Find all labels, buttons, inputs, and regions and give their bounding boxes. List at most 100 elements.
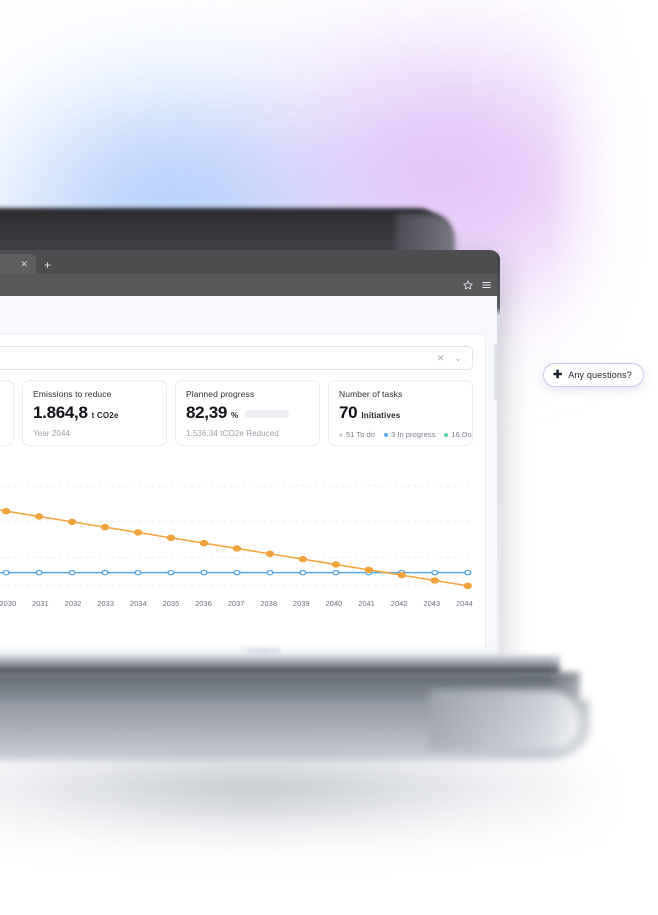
chart-data-point[interactable]: [134, 569, 142, 576]
chart-plot-area: [0, 471, 473, 595]
chart-legend: sTarget emissions: [0, 458, 473, 467]
browser-tab[interactable]: LANET ✕: [0, 254, 36, 274]
browser-tab-title: LANET: [0, 259, 14, 269]
kpi-card-row: ns to 9 t CO2e Emissions to reduce 1.864…: [0, 380, 473, 446]
chart-data-point[interactable]: [101, 569, 109, 576]
neutrality-panel: lity - 90% - 2044 ✕ ⌄ ns to 9 t CO2e Emi…: [0, 333, 486, 659]
chart-x-tick: 2043: [423, 599, 441, 608]
chart-x-tick: 2041: [358, 599, 375, 608]
chart-x-tick: 2042: [390, 599, 408, 608]
star-icon[interactable]: [463, 280, 473, 290]
chart-data-point[interactable]: [167, 569, 175, 576]
progress-bar: [245, 410, 290, 418]
browser-tab-bar: LANET ✕ +: [0, 250, 500, 274]
chart-x-tick: 2040: [325, 599, 343, 608]
chart-data-point[interactable]: [430, 577, 439, 584]
chart-data-point[interactable]: [67, 518, 77, 526]
chart-x-tick: 2035: [162, 599, 180, 608]
chart-data-point[interactable]: [2, 569, 10, 576]
kpi-value: 1.864,8: [33, 403, 88, 422]
window-right-edge: [497, 250, 500, 660]
chart-x-tick: 2036: [195, 599, 212, 608]
chart-data-point[interactable]: [232, 545, 242, 552]
status-dot-icon: [444, 432, 449, 437]
task-status-item: 16 Done: [444, 430, 472, 439]
chart-data-point[interactable]: [464, 569, 472, 576]
chart-svg: [0, 485, 473, 590]
task-status-label: 16 Done: [451, 430, 472, 439]
chart-x-tick: 2037: [227, 599, 245, 608]
chart-data-point[interactable]: [35, 569, 43, 576]
task-status-legend: 51 To do 3 In progress 16 Done: [339, 430, 472, 439]
chart-data-point[interactable]: [265, 550, 275, 558]
kpi-value: 70: [339, 403, 358, 422]
chart-x-tick: 2033: [97, 599, 115, 608]
chart-x-tick: 2031: [32, 599, 49, 608]
kpi-card-emissions-to-offset: ns to 9 t CO2e: [0, 380, 14, 446]
chart-x-tick: 2038: [260, 599, 278, 608]
chart-x-tick: 2030: [0, 599, 17, 608]
kpi-unit: Initiatives: [361, 411, 401, 420]
kpi-unit: t CO2e: [91, 411, 119, 420]
chart-x-tick: 2032: [64, 599, 82, 608]
chart-data-point[interactable]: [266, 569, 274, 576]
help-bubble-label: Any questions?: [568, 370, 632, 380]
chart-data-point[interactable]: [200, 569, 208, 576]
task-status-label: 51 To do: [346, 430, 375, 439]
close-icon[interactable]: ✕: [20, 259, 28, 269]
chart-data-point[interactable]: [199, 539, 209, 547]
kpi-card-emissions-to-reduce: Emissions to reduce 1.864,8 t CO2e Year …: [22, 380, 167, 446]
chart-data-point[interactable]: [1, 507, 11, 515]
page-header: n: [0, 296, 500, 329]
task-status-item: 3 In progress: [384, 430, 435, 439]
browser-window: LANET ✕ + aplanet.org/NEUTRALITY: [0, 250, 500, 660]
chart-data-point[interactable]: [331, 561, 341, 568]
chart-x-tick: 2039: [292, 599, 310, 608]
right-fade: [548, 0, 658, 915]
chart-data-point[interactable]: [68, 569, 76, 576]
status-dot-icon: [339, 432, 343, 437]
hamburger-menu-icon[interactable]: [481, 280, 492, 290]
chart-data-point[interactable]: [364, 566, 374, 574]
chart-data-point[interactable]: [100, 523, 110, 531]
chart-data-point[interactable]: [431, 569, 439, 576]
kpi-value: 82,39: [186, 403, 228, 422]
kpi-label: Emissions to reduce: [33, 389, 112, 399]
kpi-label: Planned progress: [186, 389, 255, 399]
chart-data-point[interactable]: [233, 569, 241, 576]
task-status-item: 51 To do: [339, 430, 375, 439]
screenshot-stage: LANET ✕ + aplanet.org/NEUTRALITY: [0, 0, 658, 915]
scenario-select-value: lity - 90% - 2044: [0, 353, 429, 364]
kpi-label: Number of tasks: [339, 389, 403, 399]
chart-x-tick: 2044: [455, 599, 473, 608]
kpi-subtext: Year 2044: [33, 429, 71, 438]
page-viewport: n lity - 90% - 2044 ✕ ⌄ ns to 9 t CO2e: [0, 296, 500, 660]
chart-x-axis: 2026202720282029203020312032203320342035…: [0, 595, 473, 608]
chart-data-point[interactable]: [397, 571, 407, 579]
kpi-unit: %: [231, 411, 239, 420]
chart-data-point[interactable]: [332, 569, 340, 576]
task-status-label: 3 In progress: [391, 430, 436, 439]
chart-x-tick: 2034: [129, 599, 147, 608]
kpi-subtext: 1.536,34 tCO2e Reduced: [186, 429, 279, 438]
chart-data-point[interactable]: [299, 569, 307, 576]
url-text: aplanet.org/NEUTRALITY: [0, 280, 455, 290]
chart-data-point[interactable]: [166, 534, 176, 542]
page-title: n: [0, 308, 484, 323]
emissions-chart: sTarget emissions 2026202720282029203020…: [0, 458, 473, 608]
status-dot-icon: [384, 432, 388, 437]
chevron-down-icon[interactable]: ⌄: [452, 353, 464, 363]
chart-data-point[interactable]: [298, 555, 308, 563]
kpi-card-planned-progress: Planned progress 82,39 % 1.536,34 tCO2e …: [175, 380, 320, 446]
close-icon[interactable]: ✕: [435, 353, 447, 363]
scenario-select[interactable]: lity - 90% - 2044 ✕ ⌄: [0, 346, 473, 370]
chart-data-point[interactable]: [133, 529, 143, 536]
kpi-label: ns to: [0, 389, 4, 399]
plus-icon[interactable]: +: [44, 259, 51, 271]
browser-url-bar[interactable]: aplanet.org/NEUTRALITY: [0, 274, 500, 296]
obscured-content: ○ Initiatives: [240, 646, 281, 655]
kpi-card-number-of-tasks: Number of tasks 70 Initiatives 51 To do 3…: [328, 380, 473, 446]
chart-data-point[interactable]: [463, 582, 472, 590]
chart-data-point[interactable]: [34, 513, 44, 520]
help-bubble-button[interactable]: ✚ Any questions?: [543, 363, 644, 387]
